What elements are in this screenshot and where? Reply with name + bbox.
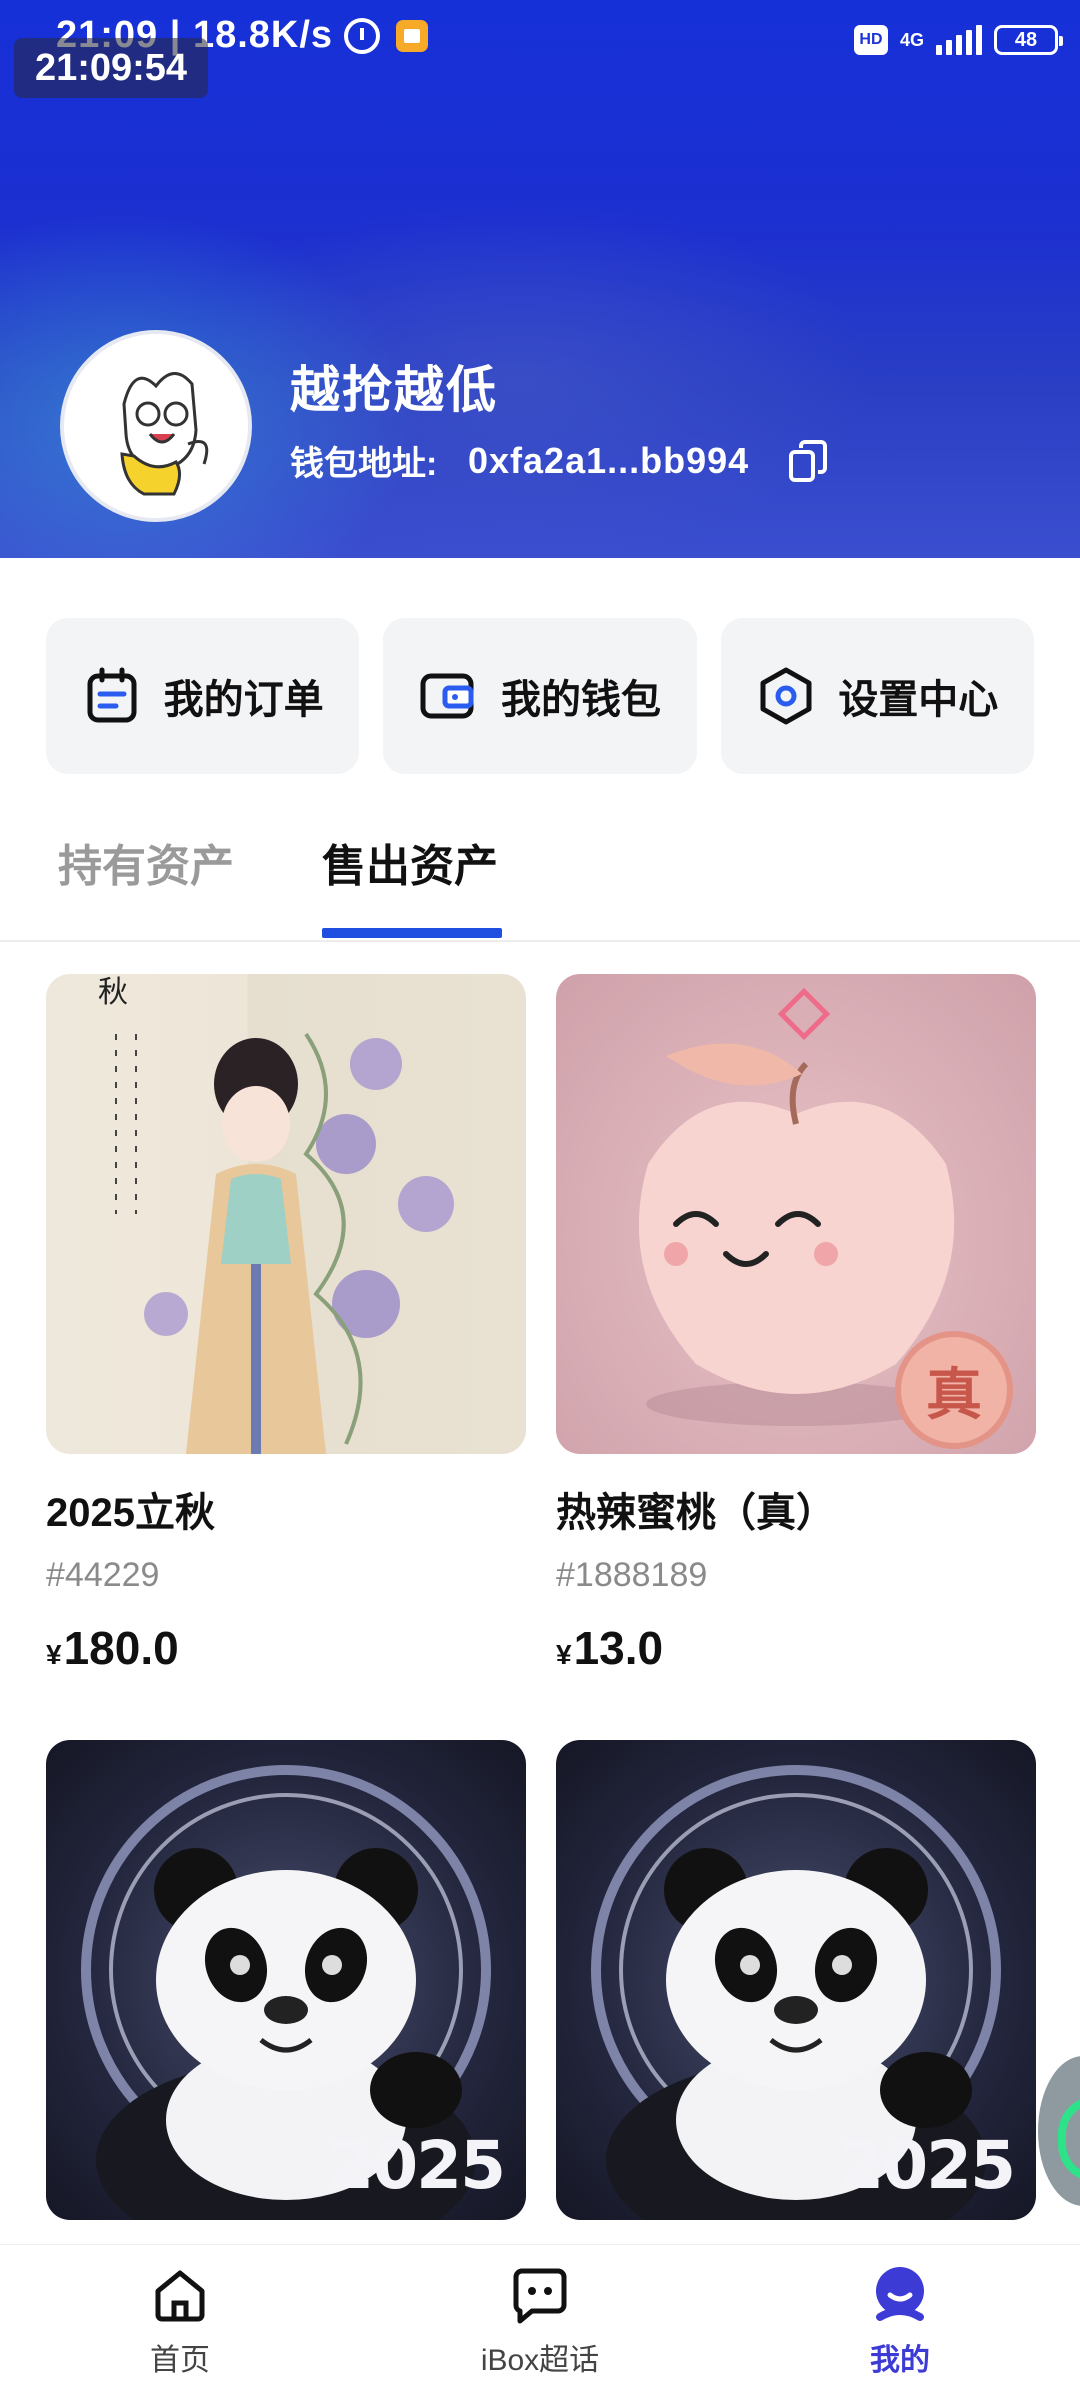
order-icon [87,667,137,723]
quick-actions: 我的订单 我的钱包 设置中心 [46,618,1034,774]
notification-app-icon [396,20,428,52]
nav-mine-label: 我的 [870,2344,930,2377]
username: 越抢越低 [290,362,498,418]
asset-image: 2025 [556,1740,1036,2220]
asset-card[interactable]: 2025 [556,1740,1036,2220]
wallet-address: 0xfa2a1...bb994 [468,440,750,481]
asset-overlay-year: 2025 [328,2127,506,2204]
asset-card[interactable]: 真 热辣蜜桃（真） #1888189 ¥13.0 [556,974,1036,1675]
alarm-icon [344,18,380,54]
asset-serial: #1888189 [556,1556,708,1594]
battery-level: 48 [1014,28,1038,51]
signal-icon [936,25,982,55]
nav-ibox-label: iBox超话 [480,2344,600,2377]
asset-title: 2025立秋 [46,1491,215,1535]
my-orders-button[interactable]: 我的订单 [46,618,360,774]
nav-mine[interactable]: 我的 [800,2265,1000,2379]
asset-price: ¥180.0 [46,1622,179,1674]
wallet-icon [420,673,474,719]
nav-ibox[interactable]: iBox超话 [440,2265,640,2379]
battery-icon: 48 [994,25,1063,55]
nav-home-label: 首页 [150,2344,210,2377]
my-wallet-label: 我的钱包 [500,678,661,722]
asset-image: 真 [556,974,1036,1454]
my-wallet-button[interactable]: 我的钱包 [383,618,697,774]
asset-image: 2025 [46,1740,526,2220]
asset-price: ¥13.0 [556,1622,664,1674]
tab-sold-assets[interactable]: 售出资产 [322,830,498,894]
wallet-label: 钱包地址: [290,445,438,483]
asset-image: 秋 [46,974,526,1454]
asset-card[interactable]: 2025 [46,1740,526,2220]
asset-serial: #44229 [46,1556,160,1594]
network-type: 4G [899,30,924,50]
svg-text:秋: 秋 [98,975,128,1010]
hd-icon: HD [853,25,888,55]
nav-home[interactable]: 首页 [80,2265,280,2379]
avatar[interactable] [60,330,252,522]
chat-icon [513,2268,567,2324]
home-icon [155,2270,205,2322]
profile-icon [876,2267,924,2321]
status-indicators: HD 4G 48 [853,20,1063,60]
settings-center-button[interactable]: 设置中心 [720,618,1034,774]
tab-held-assets[interactable]: 持有资产 [58,830,234,894]
active-tab-indicator [322,928,502,938]
screen-timer-overlay: 21:09:54 [14,38,208,98]
floating-assistant-button[interactable] [1038,2056,1080,2206]
asset-tabs: 持有资产 售出资产 [0,830,1080,942]
svg-text:真: 真 [926,1362,982,1428]
bottom-nav: 首页 iBox超话 我的 [0,2244,1080,2400]
my-orders-label: 我的订单 [163,678,324,722]
copy-icon[interactable] [788,440,828,484]
asset-title: 热辣蜜桃（真） [556,1491,836,1535]
asset-overlay-year: 2025 [838,2127,1016,2204]
settings-center-label: 设置中心 [838,678,999,722]
settings-icon [760,667,812,725]
asset-card[interactable]: 秋 2025立秋 #44229 ¥180.0 [46,974,526,1675]
